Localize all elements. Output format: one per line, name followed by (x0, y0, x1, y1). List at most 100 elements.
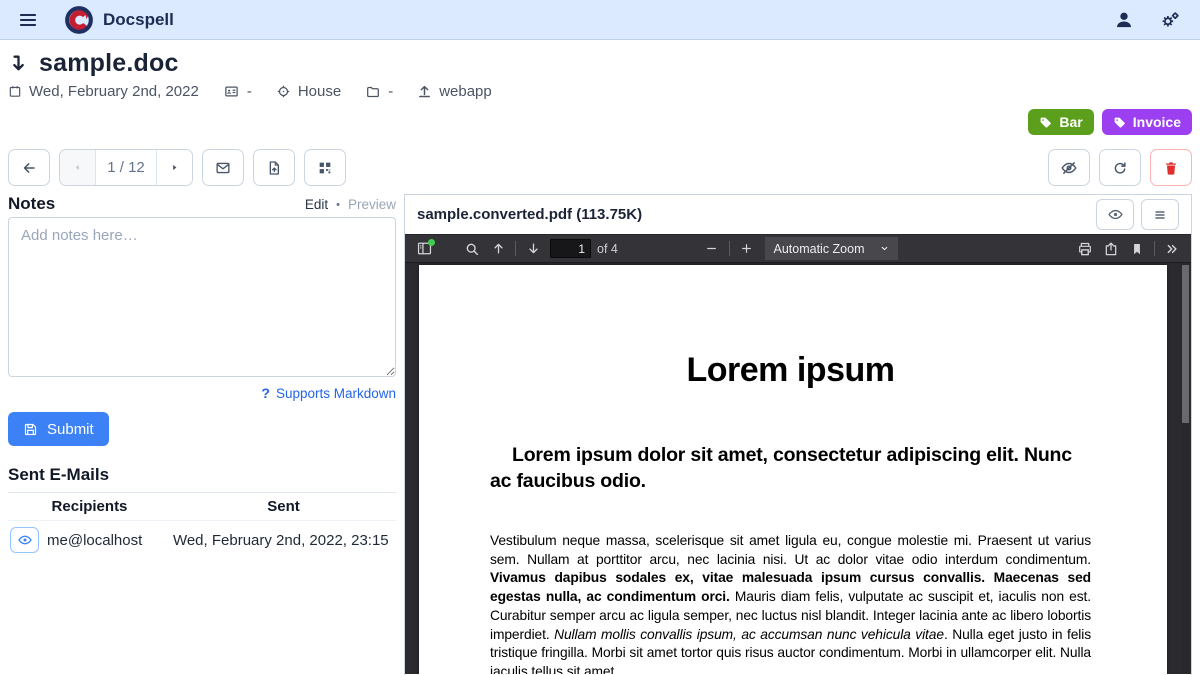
add-files-button[interactable] (253, 149, 295, 186)
tag-icon (1039, 116, 1052, 129)
pdf-zoom-in-button[interactable] (734, 237, 760, 261)
notes-tab-preview[interactable]: Preview (348, 197, 396, 212)
item-correspondent: - (247, 83, 252, 100)
pdf-scrollbar[interactable] (1181, 263, 1190, 674)
eye-icon (17, 532, 33, 548)
caret-left-icon (71, 161, 84, 174)
send-mail-button[interactable] (202, 149, 244, 186)
sent-emails-heading: Sent E-Mails (8, 465, 396, 485)
submit-notes-button[interactable]: Submit (8, 412, 109, 446)
table-row: me@localhost Wed, February 2nd, 2022, 23… (8, 521, 396, 560)
item-source: webapp (439, 83, 492, 100)
refresh-icon (1112, 160, 1128, 176)
unconfirm-button[interactable] (1048, 149, 1090, 186)
delete-button[interactable] (1150, 149, 1192, 186)
file-panel: sample.converted.pdf (113.75K) (404, 194, 1192, 675)
calendar-icon (8, 84, 22, 99)
pdf-zoom-out-button[interactable] (699, 237, 725, 261)
item-concerning: House (298, 83, 341, 100)
submit-label: Submit (47, 421, 94, 438)
notes-heading: Notes (8, 194, 55, 214)
attachment-pager: 1 / 12 (59, 149, 193, 186)
pdf-search-button[interactable] (459, 237, 485, 261)
envelope-icon (215, 160, 231, 176)
double-chevron-icon (1164, 241, 1180, 257)
left-column: Notes Edit • Preview ? Supports Markdown… (8, 194, 396, 559)
item-arrow-icon (8, 52, 29, 75)
sent-emails-table: Recipients Sent me@localhost (8, 492, 396, 559)
mail-recipient: me@localhost (47, 532, 142, 549)
pdf-document-body: Vestibulum neque massa, scelerisque sit … (490, 532, 1091, 674)
pdf-viewer[interactable]: Lorem ipsum Lorem ipsum dolor sit amet, … (405, 263, 1191, 674)
next-attachment-button[interactable] (157, 150, 192, 185)
arrow-down-icon (526, 241, 541, 256)
back-arrow-icon (21, 160, 37, 176)
attach-file-icon (266, 160, 282, 176)
save-icon (23, 422, 38, 437)
column-header-recipients: Recipients (8, 493, 171, 521)
qr-grid-button[interactable] (304, 149, 346, 186)
item-title-row: sample.doc (8, 49, 1192, 78)
pdf-more-tools-button[interactable] (1159, 237, 1185, 261)
eye-icon (1107, 206, 1124, 223)
column-header-sent: Sent (171, 493, 396, 521)
brand[interactable]: Docspell (64, 5, 174, 35)
tags-row: Bar Invoice (8, 109, 1192, 135)
pdf-document-title: Lorem ipsum (490, 351, 1091, 390)
menu-icon (18, 10, 38, 30)
notification-dot (428, 239, 435, 246)
qr-grid-icon (317, 160, 333, 176)
tag-icon (1113, 116, 1126, 129)
zoom-out-icon (705, 242, 718, 255)
pdf-zoom-select[interactable]: Automatic Zoom (765, 237, 898, 260)
notes-tab-edit[interactable]: Edit (305, 197, 328, 212)
pdf-next-page-button[interactable] (520, 237, 546, 261)
user-icon[interactable] (1114, 10, 1134, 30)
item-folder: - (388, 83, 393, 100)
question-icon: ? (261, 385, 270, 401)
correspondent-icon (223, 84, 240, 99)
folder-icon (365, 84, 381, 99)
list-icon (1152, 207, 1168, 223)
item-meta-row: Wed, February 2nd, 2022 - House - webapp (8, 83, 1192, 100)
back-button[interactable] (8, 149, 50, 186)
navbar: Docspell (0, 0, 1200, 40)
pdf-zoom-value: Automatic Zoom (774, 242, 865, 256)
trash-icon (1163, 160, 1179, 176)
bookmark-icon (1130, 242, 1144, 256)
pdf-page-number-input[interactable] (550, 239, 591, 258)
concerning-icon (276, 84, 291, 99)
docspell-logo (64, 5, 94, 35)
item-date: Wed, February 2nd, 2022 (29, 83, 199, 100)
tag-badge[interactable]: Invoice (1102, 109, 1192, 135)
tag-label: Invoice (1133, 114, 1181, 130)
pdf-sidebar-toggle-button[interactable] (411, 237, 437, 261)
mail-sent-date: Wed, February 2nd, 2022, 23:15 (171, 521, 396, 560)
tag-badge[interactable]: Bar (1028, 109, 1093, 135)
zoom-in-icon (740, 242, 753, 255)
notes-input[interactable] (8, 217, 396, 377)
notes-tab-separator: • (336, 199, 340, 211)
prev-attachment-button[interactable] (60, 150, 95, 185)
arrow-up-icon (491, 241, 506, 256)
source-upload-icon (417, 84, 432, 99)
pdf-download-button[interactable] (1098, 237, 1124, 261)
pdf-page: Lorem ipsum Lorem ipsum dolor sit amet, … (419, 265, 1167, 674)
view-mail-button[interactable] (10, 527, 39, 553)
reprocess-button[interactable] (1099, 149, 1141, 186)
caret-right-icon (168, 161, 181, 174)
attachment-view-button[interactable] (1096, 199, 1134, 230)
hamburger-menu-button[interactable] (14, 6, 42, 34)
download-icon (1103, 241, 1119, 257)
pdf-print-button[interactable] (1072, 237, 1098, 261)
pdf-toolbar: of 4 Automatic Zoom (405, 234, 1191, 263)
attachment-menu-button[interactable] (1141, 199, 1179, 230)
eye-slash-icon (1060, 159, 1078, 177)
pdf-bookmark-button[interactable] (1124, 237, 1150, 261)
pdf-document-heading: Lorem ipsum dolor sit amet, consectetur … (490, 443, 1091, 495)
pdf-scrollbar-thumb[interactable] (1182, 265, 1189, 423)
supports-markdown-link[interactable]: Supports Markdown (276, 386, 396, 401)
pdf-prev-page-button[interactable] (485, 237, 511, 261)
gears-icon[interactable] (1160, 10, 1180, 30)
app-title: Docspell (103, 10, 174, 30)
